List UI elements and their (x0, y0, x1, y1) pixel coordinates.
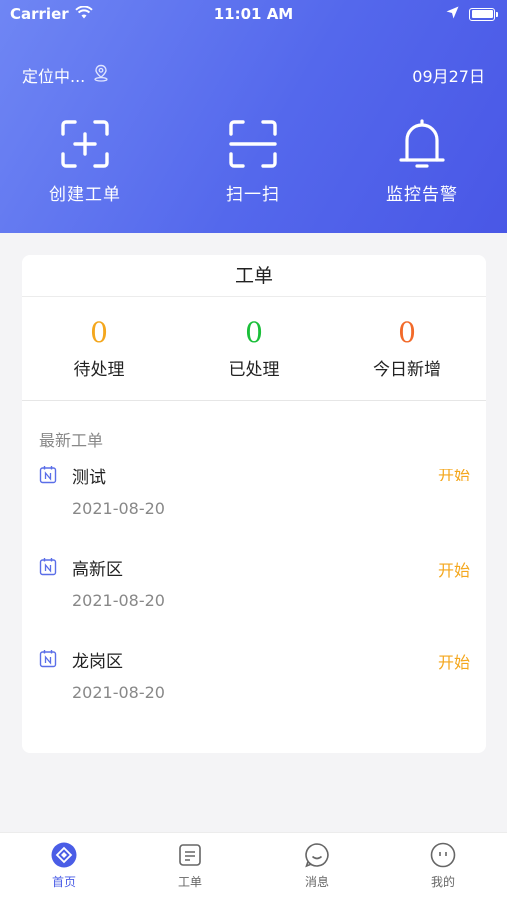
current-date: 09月27日 (412, 67, 485, 86)
tab-home[interactable]: 首页 (24, 842, 104, 890)
tab-messages-label: 消息 (304, 875, 329, 889)
scan-add-icon (20, 118, 150, 170)
order-date: 2021-08-20 (72, 591, 165, 610)
stat-new-today-label: 今日新增 (373, 360, 441, 380)
tab-home-label: 首页 (51, 875, 76, 889)
tab-work-order-label: 工单 (177, 875, 202, 889)
order-name: 龙岗区 (72, 652, 123, 672)
create-order-button[interactable]: 创建工单 (20, 118, 150, 205)
stat-new-today-value: 0 (398, 316, 416, 349)
stat-pending[interactable]: 0 待处理 (39, 315, 159, 380)
latest-orders-label: 最新工单 (39, 431, 104, 450)
order-item[interactable]: 测试 开始 2021-08-20 (39, 463, 470, 533)
scan-button[interactable]: 扫一扫 (188, 118, 318, 205)
calendar-icon (39, 649, 57, 672)
order-item[interactable]: 龙岗区 开始 2021-08-20 (39, 647, 470, 717)
stat-processed[interactable]: 0 已处理 (194, 315, 314, 380)
scan-label: 扫一扫 (226, 185, 280, 205)
scan-icon (188, 118, 318, 170)
order-start-button[interactable]: 开始 (438, 557, 470, 581)
create-order-label: 创建工单 (49, 185, 121, 205)
order-name: 测试 (72, 468, 106, 488)
tab-profile-label: 我的 (430, 875, 455, 889)
work-order-card: 工单 0 待处理 0 已处理 0 今日新增 最新工单 测试 开始 2021-08… (22, 255, 486, 753)
calendar-icon (39, 557, 57, 580)
monitor-alarm-label: 监控告警 (386, 185, 458, 205)
status-time: 11:01 AM (213, 5, 294, 23)
location-arrow-icon (446, 5, 459, 23)
location-indicator[interactable]: 定位中... (22, 63, 109, 87)
stat-processed-value: 0 (245, 316, 263, 349)
order-start-button[interactable]: 开始 (438, 649, 470, 673)
status-bar: Carrier 11:01 AM (0, 0, 507, 30)
order-date: 2021-08-20 (72, 499, 165, 518)
calendar-icon (39, 465, 57, 488)
tab-profile[interactable]: 我的 (403, 842, 483, 890)
tab-messages[interactable]: 消息 (277, 842, 357, 890)
location-text: 定位中... (22, 67, 86, 86)
card-title: 工单 (22, 255, 486, 297)
header: Carrier 11:01 AM 定位中... 09月27日 创建工单 扫一扫 … (0, 0, 507, 233)
order-date: 2021-08-20 (72, 683, 165, 702)
home-icon (24, 842, 104, 868)
tab-bar: 首页 工单 消息 我的 (0, 832, 507, 900)
order-item[interactable]: 高新区 开始 2021-08-20 (39, 555, 470, 625)
document-icon (150, 842, 230, 868)
monitor-alarm-button[interactable]: 监控告警 (357, 118, 487, 205)
stat-pending-label: 待处理 (73, 360, 125, 380)
order-stats: 0 待处理 0 已处理 0 今日新增 (22, 297, 486, 401)
order-start-button[interactable]: 开始 (438, 469, 470, 481)
message-icon (277, 842, 357, 868)
quick-actions: 创建工单 扫一扫 监控告警 (0, 118, 507, 208)
stat-pending-value: 0 (90, 316, 108, 349)
location-pin-icon (93, 64, 109, 86)
stat-processed-label: 已处理 (228, 360, 280, 380)
profile-icon (403, 842, 483, 868)
tab-work-order[interactable]: 工单 (150, 842, 230, 890)
bell-icon (357, 118, 487, 170)
order-name: 高新区 (72, 560, 123, 580)
stat-new-today[interactable]: 0 今日新增 (347, 315, 467, 380)
battery-icon (469, 7, 498, 21)
